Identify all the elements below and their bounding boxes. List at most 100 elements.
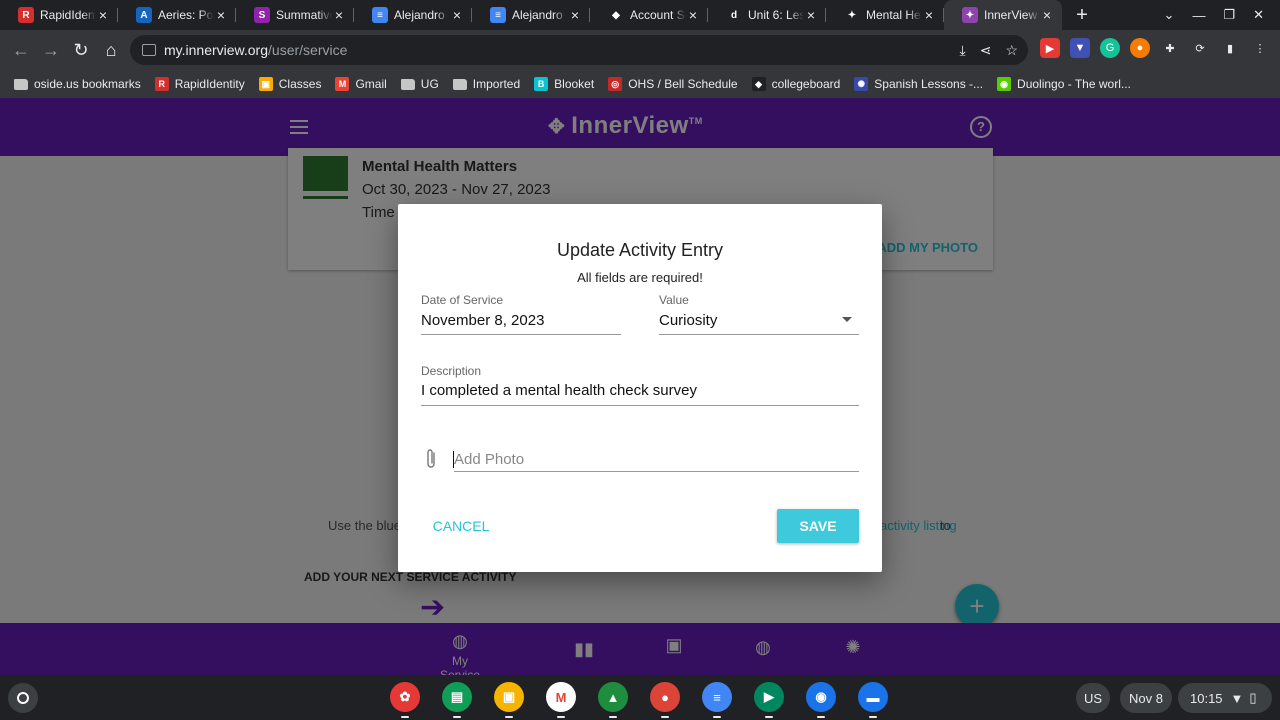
- bookmark-item[interactable]: ◎ OHS / Bell Schedule: [608, 77, 738, 91]
- launcher-icon: [17, 692, 29, 704]
- classroom-app-icon[interactable]: ▤: [442, 682, 472, 718]
- bookmark-star-icon[interactable]: ☆: [1005, 42, 1018, 59]
- close-tab-icon[interactable]: ×: [1040, 7, 1054, 23]
- bookmark-item[interactable]: Imported: [452, 77, 521, 91]
- tab-3[interactable]: ≡ Alejandro ×: [354, 0, 472, 30]
- docs-app-icon[interactable]: ≡: [702, 682, 732, 718]
- close-tab-icon[interactable]: ×: [568, 7, 582, 23]
- date-field[interactable]: November 8, 2023: [421, 312, 544, 329]
- tab-title: Summative: [276, 8, 332, 22]
- bookmark-item[interactable]: UG: [400, 77, 439, 91]
- bookmark-label: oside.us bookmarks: [34, 77, 141, 91]
- menu-icon[interactable]: ⋮: [1250, 38, 1270, 58]
- add-photo-input[interactable]: [454, 448, 859, 472]
- share-icon[interactable]: ⋖: [980, 42, 992, 59]
- collegeboard-icon: ◆: [751, 77, 766, 91]
- browser-toolbar: ← → ↻ ⌂ my.innerview.org/user/service ⤓ …: [0, 30, 1280, 70]
- restore-icon[interactable]: ❐: [1223, 7, 1235, 23]
- close-window-icon[interactable]: ✕: [1253, 7, 1264, 23]
- sync-icon[interactable]: ⟳: [1190, 38, 1210, 58]
- desmos-icon: d: [726, 7, 742, 23]
- extension-on-icon[interactable]: ●: [1130, 38, 1150, 58]
- description-field[interactable]: I completed a mental health check survey: [421, 382, 697, 399]
- files-app-icon[interactable]: ▬: [858, 682, 888, 718]
- tab-5[interactable]: ◆ Account Settings×: [590, 0, 708, 30]
- aeries-icon: A: [136, 7, 152, 23]
- tab-search-icon[interactable]: ⌄: [1164, 7, 1175, 23]
- grammarly-icon[interactable]: G: [1100, 38, 1120, 58]
- close-tab-icon[interactable]: ×: [922, 7, 936, 23]
- bookmark-item[interactable]: oside.us bookmarks: [14, 77, 141, 91]
- page-content: ✥InnerViewTM ? Mental Health Matters Oct…: [0, 98, 1280, 675]
- bookmark-item[interactable]: ◉ Duolingo - The worl...: [997, 77, 1131, 91]
- date-tray[interactable]: Nov 8: [1120, 683, 1172, 713]
- side-panel-icon[interactable]: ▮: [1220, 38, 1240, 58]
- bookmark-label: Imported: [472, 77, 521, 91]
- close-tab-icon[interactable]: ×: [214, 7, 228, 23]
- gmail-icon: M: [335, 77, 350, 91]
- back-icon[interactable]: ←: [6, 40, 36, 61]
- attach-icon[interactable]: [424, 448, 438, 470]
- save-button[interactable]: SAVE: [777, 509, 859, 543]
- bookmark-item[interactable]: M Gmail: [335, 77, 387, 91]
- camera-app-icon[interactable]: ◉: [806, 682, 836, 718]
- palette-app-icon[interactable]: ✿: [390, 682, 420, 718]
- app-glyph: ✿: [399, 689, 411, 704]
- chrome-app-icon[interactable]: ●: [650, 682, 680, 718]
- tab-6[interactable]: d Unit 6: Lesson×: [708, 0, 826, 30]
- update-activity-dialog: Update Activity Entry All fields are req…: [398, 204, 882, 572]
- drive-app-icon[interactable]: ▲: [598, 682, 628, 718]
- install-icon[interactable]: ⤓: [960, 42, 966, 59]
- cancel-button[interactable]: CANCEL: [422, 509, 500, 543]
- bookmark-item[interactable]: ✺ Spanish Lessons -...: [854, 77, 983, 91]
- minimize-icon[interactable]: —: [1192, 8, 1205, 23]
- bookmark-label: Classes: [278, 77, 322, 91]
- close-tab-icon[interactable]: ×: [804, 7, 818, 23]
- forward-icon[interactable]: →: [36, 40, 66, 61]
- close-tab-icon[interactable]: ×: [686, 7, 700, 23]
- tab-7[interactable]: ✦ Mental Health×: [826, 0, 944, 30]
- tab-0[interactable]: R RapidIdentity×: [0, 0, 118, 30]
- extensions-puzzle-icon[interactable]: ✚: [1160, 38, 1180, 58]
- value-select[interactable]: Curiosity: [659, 312, 717, 329]
- tab-title: Account Settings: [630, 8, 686, 22]
- screencastify-icon[interactable]: ▶: [1040, 38, 1060, 58]
- clock: 10:15: [1190, 690, 1223, 706]
- gmail-app-icon[interactable]: M: [546, 682, 576, 718]
- bookmark-item[interactable]: ◆ collegeboard: [751, 77, 840, 91]
- running-indicator: [609, 716, 617, 718]
- tab-1[interactable]: A Aeries: Portal×: [118, 0, 236, 30]
- tab-4[interactable]: ≡ Alejandro ×: [472, 0, 590, 30]
- play-store-app-icon[interactable]: ▶: [754, 682, 784, 718]
- tab-2[interactable]: S Summative ×: [236, 0, 354, 30]
- close-tab-icon[interactable]: ×: [96, 7, 110, 23]
- bookmark-item[interactable]: R RapidIdentity: [154, 77, 245, 91]
- dialog-subtitle: All fields are required!: [577, 270, 703, 285]
- tab-title: RapidIdentity: [40, 8, 96, 22]
- classroom-green-app-icon[interactable]: ▣: [494, 682, 524, 718]
- status-tray[interactable]: 10:15 ▼ ▯: [1178, 683, 1272, 713]
- description-underline: [421, 405, 859, 406]
- bookmark-item[interactable]: B Blooket: [534, 77, 594, 91]
- address-bar[interactable]: my.innerview.org/user/service ⤓ ⋖ ☆: [130, 35, 1028, 65]
- app-glyph: ●: [661, 689, 669, 705]
- home-icon[interactable]: ⌂: [96, 40, 126, 61]
- launcher-button[interactable]: [8, 683, 38, 713]
- running-indicator: [557, 716, 565, 718]
- new-tab-icon[interactable]: +: [1068, 4, 1096, 27]
- bookmarks-folder-icon: [14, 78, 28, 90]
- close-tab-icon[interactable]: ×: [450, 7, 464, 23]
- close-tab-icon[interactable]: ×: [332, 7, 346, 23]
- site-info-icon[interactable]: [142, 44, 156, 56]
- app-glyph: M: [555, 689, 567, 705]
- wifi-icon: ▼: [1230, 690, 1244, 706]
- bookmark-item[interactable]: ▣ Classes: [258, 77, 322, 91]
- shelf-apps: ✿ ▤ ▣ M ▲ ● ≡ ▶ ◉ ▬: [390, 682, 888, 718]
- extensions-area: ▶ ▼ G ● ✚ ⟳ ▮ ⋮: [1040, 38, 1270, 58]
- pocket-icon[interactable]: ▼: [1070, 38, 1090, 58]
- tab-8[interactable]: ✦ InnerView ×: [944, 0, 1062, 30]
- ime-indicator[interactable]: US: [1076, 683, 1110, 713]
- dropdown-arrow-icon[interactable]: [842, 317, 852, 322]
- reload-icon[interactable]: ↻: [66, 40, 96, 61]
- running-indicator: [869, 716, 877, 718]
